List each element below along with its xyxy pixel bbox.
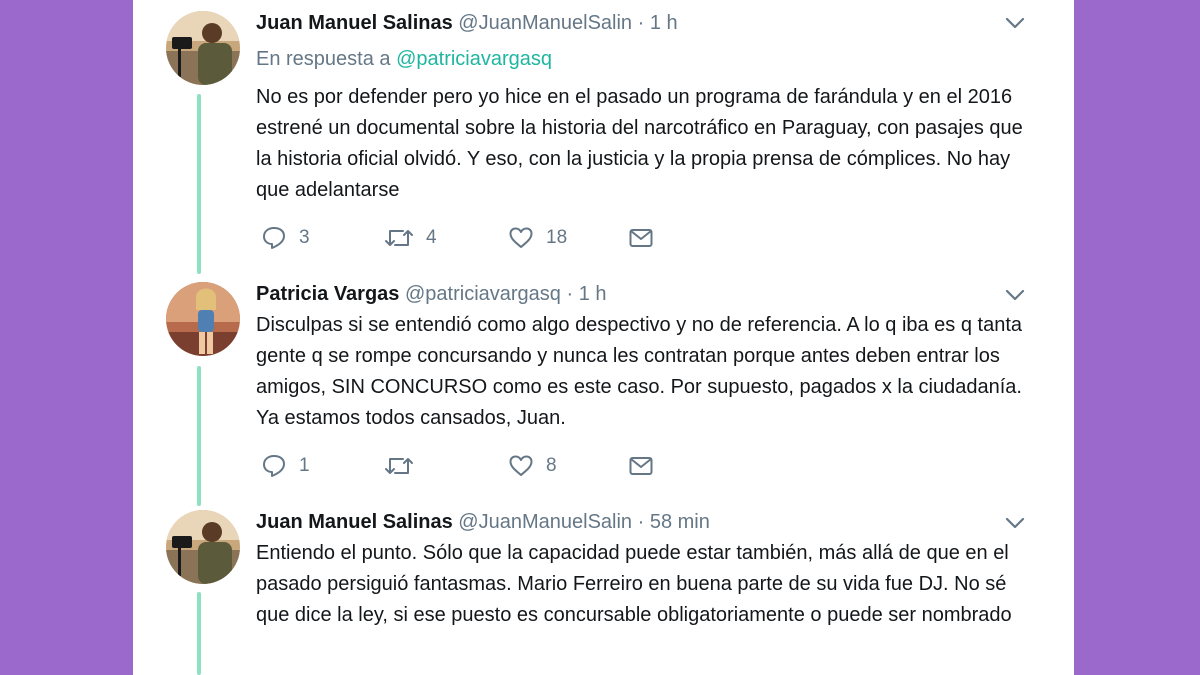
thread-connector — [197, 366, 201, 506]
retweet-button[interactable]: 4 — [384, 225, 437, 251]
tweet-header: Juan Manuel Salinas @JuanManuelSalin · 1… — [256, 10, 1036, 36]
tweet-thread: Juan Manuel Salinas @JuanManuelSalin · 1… — [133, 0, 1074, 675]
chevron-down-icon[interactable] — [1004, 284, 1026, 306]
timestamp[interactable]: · 1 h — [567, 283, 607, 305]
reply-context: En respuesta a @patriciavargasq — [256, 46, 1036, 72]
thread-connector — [197, 592, 201, 675]
chevron-down-icon[interactable] — [1004, 12, 1026, 34]
reply-icon — [263, 227, 285, 249]
like-button[interactable]: 18 — [508, 225, 567, 251]
message-button[interactable] — [628, 225, 654, 251]
reply-button[interactable]: 3 — [261, 225, 310, 251]
tweet-header: Juan Manuel Salinas @JuanManuelSalin · 5… — [256, 509, 1036, 535]
like-icon — [509, 455, 533, 476]
reply-count: 3 — [299, 227, 310, 248]
timestamp[interactable]: · 1 h — [638, 12, 678, 34]
author-name[interactable]: Juan Manuel Salinas — [256, 511, 453, 533]
reply-button[interactable]: 1 — [261, 453, 310, 479]
author-handle[interactable]: @JuanManuelSalin — [458, 511, 632, 533]
avatar[interactable] — [166, 282, 240, 356]
reply-icon — [263, 455, 285, 477]
tweet-body: Juan Manuel Salinas @JuanManuelSalin · 1… — [256, 10, 1036, 206]
message-icon — [629, 457, 653, 475]
tweet-text: No es por defender pero yo hice en el pa… — [256, 86, 1023, 201]
tweet-body: Patricia Vargas @patriciavargasq · 1 h D… — [256, 281, 1036, 434]
tweet-body: Juan Manuel Salinas @JuanManuelSalin · 5… — [256, 509, 1036, 631]
thread-connector — [197, 94, 201, 274]
message-icon — [629, 229, 653, 247]
author-handle[interactable]: @patriciavargasq — [405, 283, 561, 305]
retweet-icon — [385, 458, 413, 474]
author-name[interactable]: Patricia Vargas — [256, 283, 399, 305]
chevron-down-icon[interactable] — [1004, 512, 1026, 534]
avatar[interactable] — [166, 510, 240, 584]
tweet-header: Patricia Vargas @patriciavargasq · 1 h — [256, 281, 1036, 307]
reply-prefix: En respuesta a — [256, 48, 391, 70]
retweet-icon — [385, 230, 413, 246]
like-icon — [509, 227, 533, 248]
like-button[interactable]: 8 — [508, 453, 557, 479]
like-count: 8 — [546, 455, 557, 476]
reply-count: 1 — [299, 455, 310, 476]
like-count: 18 — [546, 227, 568, 248]
author-name[interactable]: Juan Manuel Salinas — [256, 12, 453, 34]
avatar[interactable] — [166, 11, 240, 85]
timestamp[interactable]: · 58 min — [638, 511, 710, 533]
reply-mention-link[interactable]: @patriciavargasq — [396, 48, 552, 70]
message-button[interactable] — [628, 453, 654, 479]
retweet-count: 4 — [426, 227, 437, 248]
tweet-text: Entiendo el punto. Sólo que la capacidad… — [256, 542, 1012, 626]
tweet-text: Disculpas si se entendió como algo despe… — [256, 314, 1023, 429]
author-handle[interactable]: @JuanManuelSalin — [458, 12, 632, 34]
retweet-button[interactable] — [384, 453, 426, 479]
